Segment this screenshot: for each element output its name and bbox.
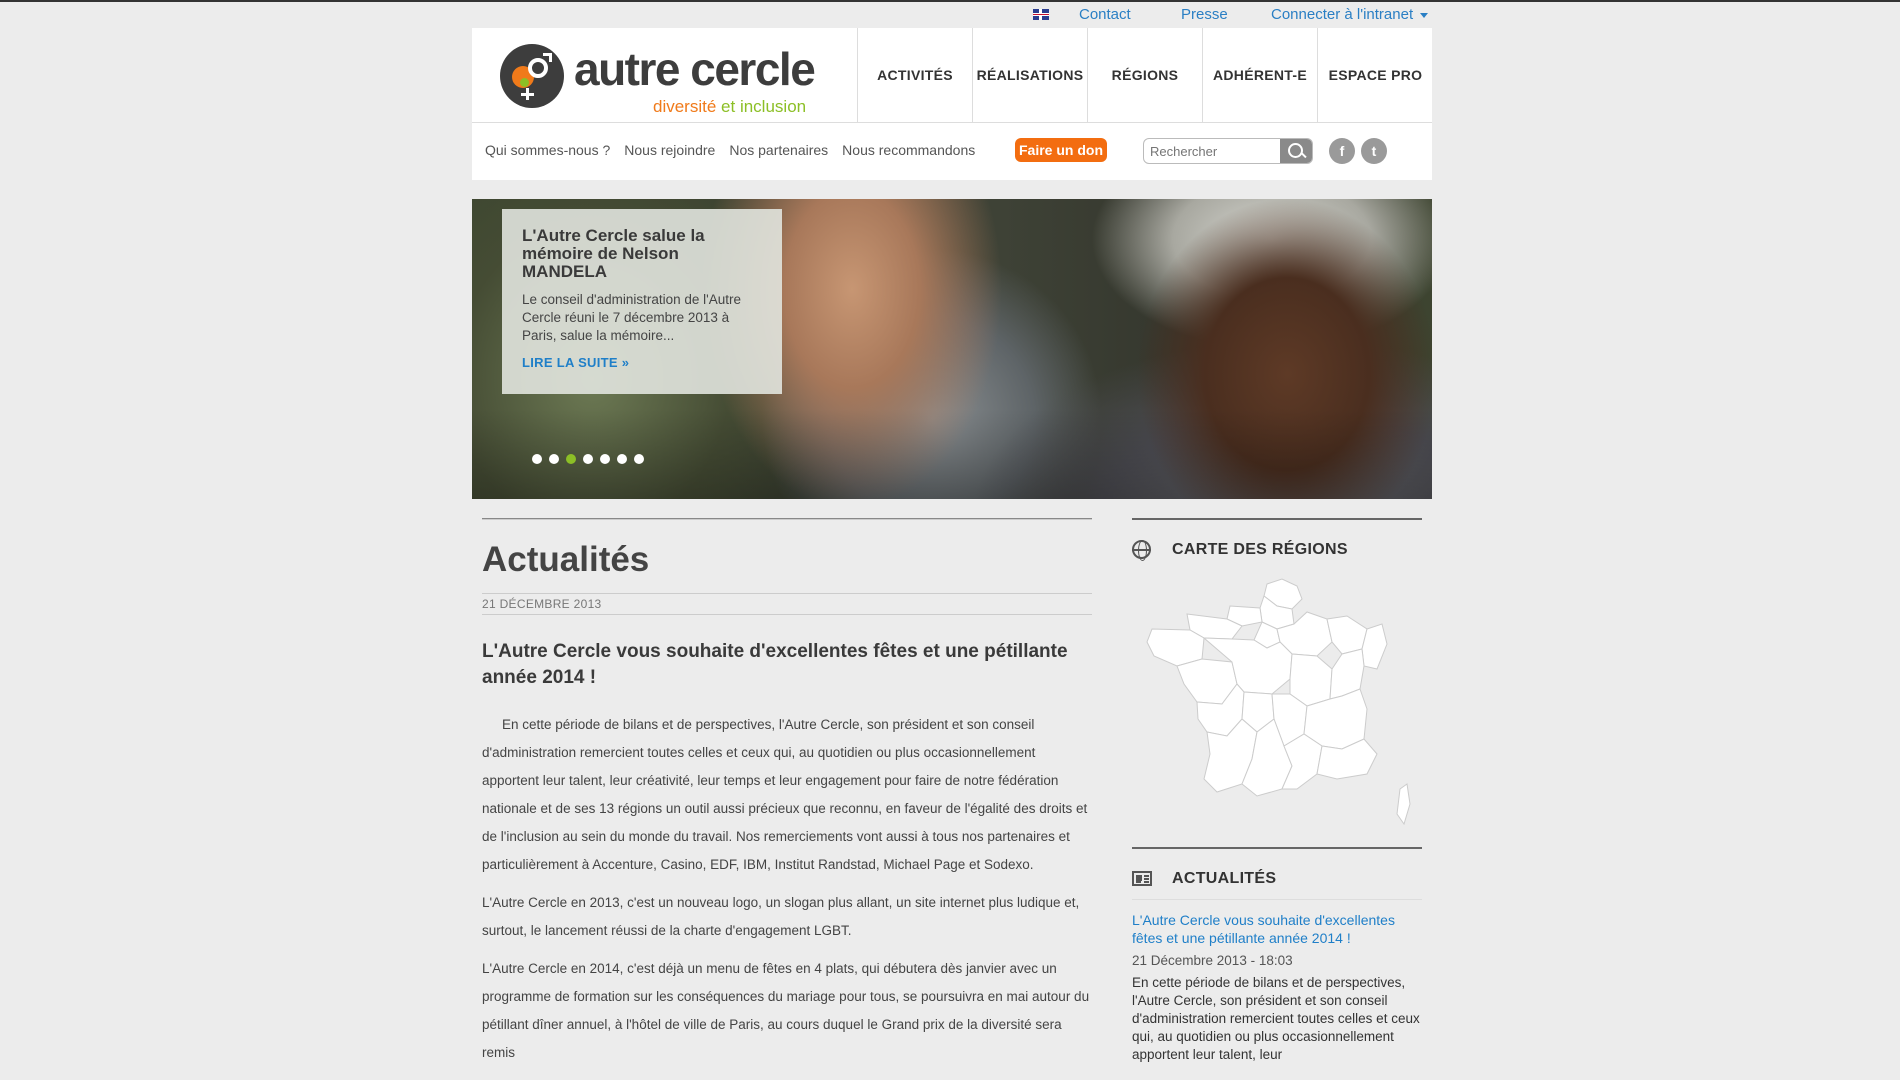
france-map-svg[interactable]: [1132, 574, 1422, 834]
sidebar-rule: [1132, 847, 1422, 849]
utility-bar: Contact Presse Connecter à l'intranet: [473, 2, 1432, 28]
caret-down-icon: [1420, 12, 1429, 18]
logo-tagline-part1: diversité: [653, 97, 717, 116]
search-box: [1143, 138, 1313, 164]
main-nav: ACTIVITÉS RÉALISATIONS RÉGIONS ADHÉRENT-…: [857, 28, 1433, 122]
region-corse: [1396, 783, 1411, 826]
logo-tagline-part2: et inclusion: [721, 97, 807, 116]
subnav-qui-sommes-nous[interactable]: Qui sommes-nous ?: [485, 142, 610, 158]
intranet-link-label[interactable]: Connecter à l'intranet: [1271, 6, 1413, 23]
subnav-nous-recommandons[interactable]: Nous recommandons: [842, 142, 975, 158]
site-header: autre cercle diversité et inclusion ACTI…: [472, 28, 1432, 180]
search-input[interactable]: [1144, 139, 1282, 163]
slider-dot[interactable]: [600, 454, 610, 464]
subnav-nos-partenaires[interactable]: Nos partenaires: [729, 142, 828, 158]
logo-title: autre cercle: [574, 43, 816, 95]
uk-flag-icon[interactable]: [1033, 9, 1049, 20]
newspaper-icon: [1132, 871, 1152, 886]
news-heading: ACTUALITÉS: [1172, 870, 1277, 887]
slide-excerpt: Le conseil d'administration de l'Autre C…: [522, 292, 742, 343]
region-lorraine: [1326, 615, 1368, 655]
sidebar: CARTE DES RÉGIONS ACTUALITÉS L'Autre Cer…: [1132, 518, 1422, 1064]
nav-activites[interactable]: ACTIVITÉS: [858, 28, 973, 122]
hero-slider[interactable]: L'Autre Cercle salue la mémoire de Nelso…: [472, 199, 1432, 499]
slider-dot[interactable]: [634, 454, 644, 464]
nav-regions[interactable]: RÉGIONS: [1088, 28, 1203, 122]
news-item-title[interactable]: L'Autre Cercle vous souhaite d'excellent…: [1132, 911, 1422, 947]
header-divider: [472, 122, 1432, 123]
slider-dot[interactable]: [566, 454, 576, 464]
divider: [482, 593, 1092, 594]
slide-title[interactable]: L'Autre Cercle salue la mémoire de Nelso…: [522, 227, 762, 281]
article-paragraph: L'Autre Cercle en 2013, c'est un nouveau…: [482, 895, 1080, 938]
article-date: 21 DÉCEMBRE 2013: [482, 597, 602, 611]
article-body: En cette période de bilans et de perspec…: [482, 711, 1092, 1067]
slider-dot[interactable]: [549, 454, 559, 464]
intranet-link[interactable]: Connecter à l'intranet: [1271, 6, 1429, 23]
content-top-rule: [482, 518, 1092, 520]
globe-icon: [1132, 540, 1151, 561]
news-item-excerpt: En cette période de bilans et de perspec…: [1132, 975, 1420, 1062]
contact-link[interactable]: Contact: [1079, 6, 1131, 23]
article-title[interactable]: L'Autre Cercle vous souhaite d'excellent…: [482, 639, 1092, 691]
slider-dots: [532, 454, 651, 464]
nav-espace-pro[interactable]: ESPACE PRO: [1318, 28, 1433, 122]
france-regions-map[interactable]: [1132, 574, 1422, 834]
nav-adherent[interactable]: ADHÉRENT-E: [1203, 28, 1318, 122]
news-item-date: 21 Décembre 2013 - 18:03: [1132, 953, 1293, 968]
main-content: Actualités 21 DÉCEMBRE 2013 L'Autre Cerc…: [482, 518, 1092, 1067]
divider: [1132, 899, 1422, 900]
slide-caption: L'Autre Cercle salue la mémoire de Nelso…: [502, 209, 782, 394]
page-title: Actualités: [482, 540, 650, 579]
search-icon[interactable]: [1280, 139, 1312, 163]
slider-dot[interactable]: [583, 454, 593, 464]
subnav-nous-rejoindre[interactable]: Nous rejoindre: [624, 142, 715, 158]
divider: [482, 614, 1092, 615]
regions-map-heading: CARTE DES RÉGIONS: [1172, 541, 1348, 558]
article-paragraph: L'Autre Cercle en 2014, c'est déjà un me…: [482, 961, 1090, 1060]
site-logo[interactable]: autre cercle diversité et inclusion: [500, 43, 830, 116]
slider-dot[interactable]: [617, 454, 627, 464]
logo-symbol-icon: [500, 44, 564, 108]
facebook-icon[interactable]: f: [1329, 138, 1355, 164]
sidebar-rule: [1132, 518, 1422, 520]
regions-map-header: CARTE DES RÉGIONS: [1132, 538, 1422, 562]
slider-dot[interactable]: [532, 454, 542, 464]
logo-tagline: diversité et inclusion: [653, 98, 806, 116]
secondary-nav: Qui sommes-nous ? Nous rejoindre Nos par…: [485, 142, 989, 158]
article-paragraph: En cette période de bilans et de perspec…: [482, 717, 1088, 872]
twitter-icon[interactable]: t: [1361, 138, 1387, 164]
presse-link[interactable]: Presse: [1181, 6, 1228, 23]
read-more-link[interactable]: LIRE LA SUITE »: [522, 355, 762, 370]
news-header: ACTUALITÉS: [1132, 867, 1422, 891]
donate-button[interactable]: Faire un don: [1015, 138, 1107, 162]
nav-realisations[interactable]: RÉALISATIONS: [973, 28, 1088, 122]
